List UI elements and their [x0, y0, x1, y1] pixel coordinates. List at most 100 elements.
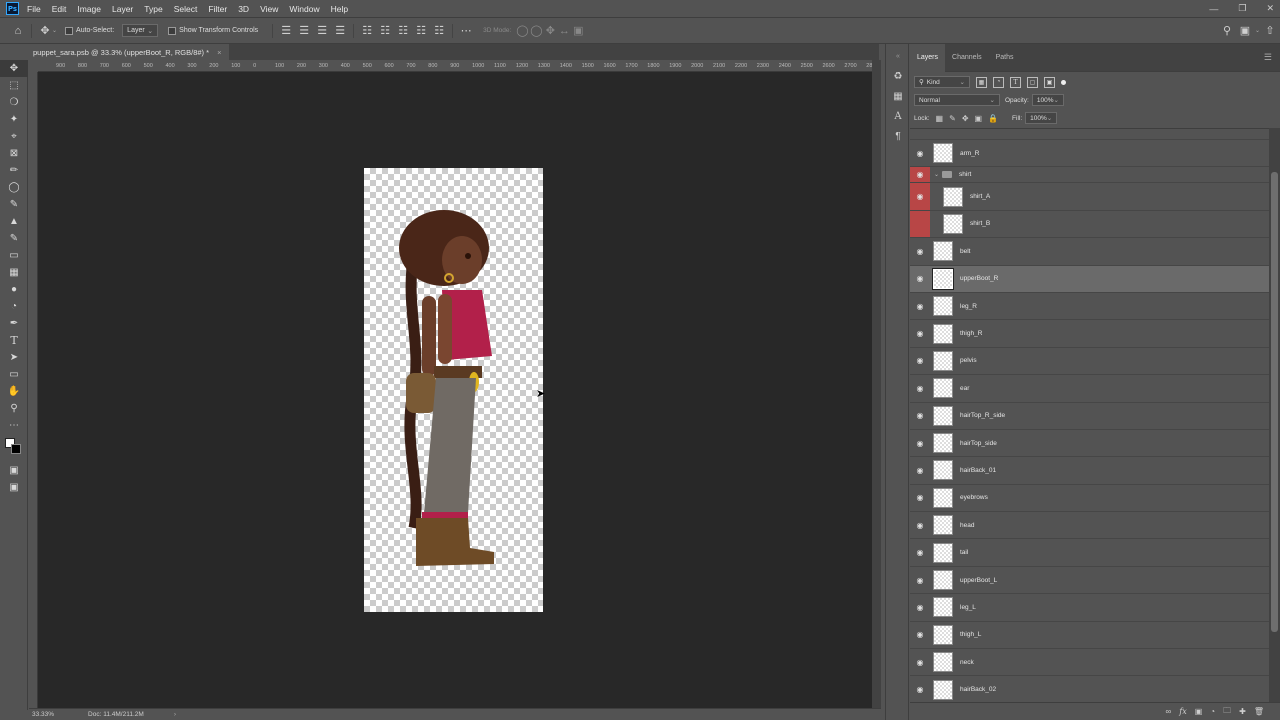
auto-select-dropdown[interactable]: Layer ⌄ — [122, 24, 159, 37]
layer-row[interactable]: ◉ shirt_A — [910, 183, 1269, 211]
show-transform-checkbox[interactable]: Show Transform Controls — [168, 26, 258, 35]
character-panel-icon[interactable]: A — [886, 106, 910, 126]
menu-image[interactable]: Image — [77, 4, 101, 14]
canvas-vertical-scrollbar[interactable] — [872, 60, 881, 708]
align-left-icon[interactable]: ☰ — [279, 24, 293, 38]
opacity-input[interactable]: 100% ⌄ — [1031, 94, 1064, 106]
frame-tool-icon[interactable]: ⊠ — [0, 145, 28, 162]
screen-mode-icon[interactable]: ▣ — [0, 479, 28, 496]
menu-3d[interactable]: 3D — [238, 4, 249, 14]
path-selection-tool-icon[interactable]: ➤ — [0, 349, 28, 366]
visibility-eye-icon[interactable]: ◉ — [910, 266, 930, 292]
type-filter-icon[interactable]: T — [1010, 76, 1021, 88]
layer-row[interactable]: ◉ ear — [910, 375, 1269, 403]
layer-thumbnail[interactable] — [933, 405, 953, 426]
layers-scrollbar[interactable] — [1269, 128, 1280, 702]
visibility-eye-icon[interactable]: ◉ — [910, 594, 930, 620]
link-layers-icon[interactable]: ∞ — [1166, 707, 1172, 716]
align-right-icon[interactable]: ☰ — [315, 24, 329, 38]
close-icon[interactable]: × — [217, 48, 221, 57]
kind-filter-dropdown[interactable]: ⚲ Kind ⌄ — [914, 76, 970, 88]
pixel-filter-icon[interactable]: ▦ — [976, 76, 987, 88]
quick-mask-icon[interactable]: ▣ — [0, 462, 28, 479]
brush-tool-icon[interactable]: ✎ — [0, 196, 28, 213]
layer-name[interactable]: upperBoot_R — [960, 275, 998, 282]
adjustment-layer-icon[interactable]: ◔ — [1210, 707, 1215, 716]
menu-edit[interactable]: Edit — [52, 4, 67, 14]
eyedropper-tool-icon[interactable]: ✏ — [0, 162, 28, 179]
background-color-swatch[interactable] — [11, 444, 21, 454]
layer-row[interactable]: ◉ neck — [910, 649, 1269, 677]
pan-3d-icon[interactable]: ✥ — [543, 24, 557, 38]
add-mask-icon[interactable]: ▣ — [1195, 707, 1203, 716]
layer-thumbnail[interactable] — [933, 460, 953, 481]
marquee-tool-icon[interactable]: ⬚ — [0, 77, 28, 94]
layer-name[interactable]: tail — [960, 549, 968, 556]
layer-name[interactable]: eyebrows — [960, 494, 988, 501]
smart-object-filter-icon[interactable]: ▣ — [1044, 76, 1055, 88]
layer-name[interactable]: neck — [960, 659, 974, 666]
document-canvas[interactable] — [364, 168, 543, 612]
layer-style-icon[interactable]: fx — [1179, 707, 1186, 716]
align-top-icon[interactable]: ☷ — [360, 24, 374, 38]
align-middle-icon[interactable]: ☷ — [378, 24, 392, 38]
minimize-icon[interactable]: — — [1209, 4, 1218, 14]
layer-name[interactable]: head — [960, 522, 974, 529]
layer-name[interactable]: shirt — [959, 171, 971, 178]
orbit-3d-icon[interactable]: ◯ — [515, 24, 529, 38]
share-icon[interactable]: ⇧ — [1263, 24, 1277, 38]
layer-name[interactable]: hairBack_01 — [960, 467, 996, 474]
healing-brush-tool-icon[interactable]: ◯ — [0, 179, 28, 196]
layer-group-row[interactable]: ◉ ⌄ shirt — [910, 167, 1269, 184]
lock-image-icon[interactable]: ✎ — [949, 114, 956, 123]
layers-scrollbar-thumb[interactable] — [1271, 172, 1278, 632]
layer-name[interactable]: ear — [960, 385, 969, 392]
layer-row[interactable]: ◉ belt — [910, 238, 1269, 266]
layer-name[interactable]: hairTop_side — [960, 440, 997, 447]
visibility-eye-icon[interactable]: ◉ — [910, 375, 930, 401]
visibility-eye-icon[interactable]: ◉ — [910, 403, 930, 429]
layer-name[interactable]: belt — [960, 248, 970, 255]
layer-thumbnail[interactable] — [932, 267, 954, 290]
properties-panel-icon[interactable]: ▦ — [886, 86, 910, 106]
more-tools-icon[interactable]: ⋯ — [0, 417, 28, 434]
visibility-eye-icon[interactable]: ◉ — [910, 167, 930, 183]
layer-thumbnail[interactable] — [933, 143, 953, 164]
lock-artboard-icon[interactable]: ▣ — [975, 114, 983, 123]
checkbox-box[interactable] — [65, 26, 74, 35]
fill-input[interactable]: 100% ⌄ — [1025, 112, 1058, 124]
crop-tool-icon[interactable]: ⌖ — [0, 128, 28, 145]
layer-name[interactable]: hairTop_R_side — [960, 412, 1005, 419]
layer-row[interactable]: ◉ hairBack_02 — [910, 676, 1269, 702]
layer-thumbnail[interactable] — [933, 570, 953, 591]
type-tool-icon[interactable]: T — [0, 332, 28, 349]
layer-thumbnail[interactable] — [933, 296, 953, 317]
scale-3d-icon[interactable]: ▣ — [571, 24, 585, 38]
collapse-arrows-icon[interactable]: « — [886, 46, 910, 66]
search-icon[interactable]: ⚲ — [1220, 24, 1234, 38]
visibility-eye-icon[interactable]: ◉ — [910, 512, 930, 538]
panel-menu-icon[interactable]: ☰ — [1264, 52, 1272, 63]
chevron-right-icon[interactable]: › — [174, 711, 176, 718]
layer-row[interactable]: ◉ leg_L — [910, 594, 1269, 622]
layer-row[interactable]: ◉ hairBack_01 — [910, 457, 1269, 485]
new-layer-icon[interactable]: ✚ — [1239, 707, 1246, 716]
document-tab[interactable]: puppet_sara.psb @ 33.3% (upperBoot_R, RG… — [29, 44, 229, 60]
lasso-tool-icon[interactable]: ❍ — [0, 94, 28, 111]
hand-tool-icon[interactable]: ✋ — [0, 383, 28, 400]
layer-name[interactable]: arm_R — [960, 150, 980, 157]
layer-row[interactable]: shirt_B — [910, 210, 1269, 239]
visibility-eye-icon[interactable]: ◉ — [910, 183, 930, 210]
checkbox-box[interactable] — [168, 26, 177, 35]
layer-row[interactable]: ◉ eyebrows — [910, 484, 1269, 513]
layer-thumbnail[interactable] — [933, 433, 953, 454]
delete-layer-icon[interactable]: 🗑 — [1254, 707, 1264, 716]
tab-channels[interactable]: Channels — [945, 44, 989, 72]
visibility-eye-icon[interactable]: ◉ — [910, 649, 930, 675]
visibility-eye-icon[interactable]: ◉ — [910, 622, 930, 648]
layer-thumbnail[interactable] — [943, 186, 963, 207]
gradient-tool-icon[interactable]: ▦ — [0, 264, 28, 281]
menu-select[interactable]: Select — [174, 4, 198, 14]
restore-icon[interactable]: ❐ — [1238, 3, 1246, 14]
visibility-eye-icon[interactable]: ◉ — [910, 457, 930, 483]
